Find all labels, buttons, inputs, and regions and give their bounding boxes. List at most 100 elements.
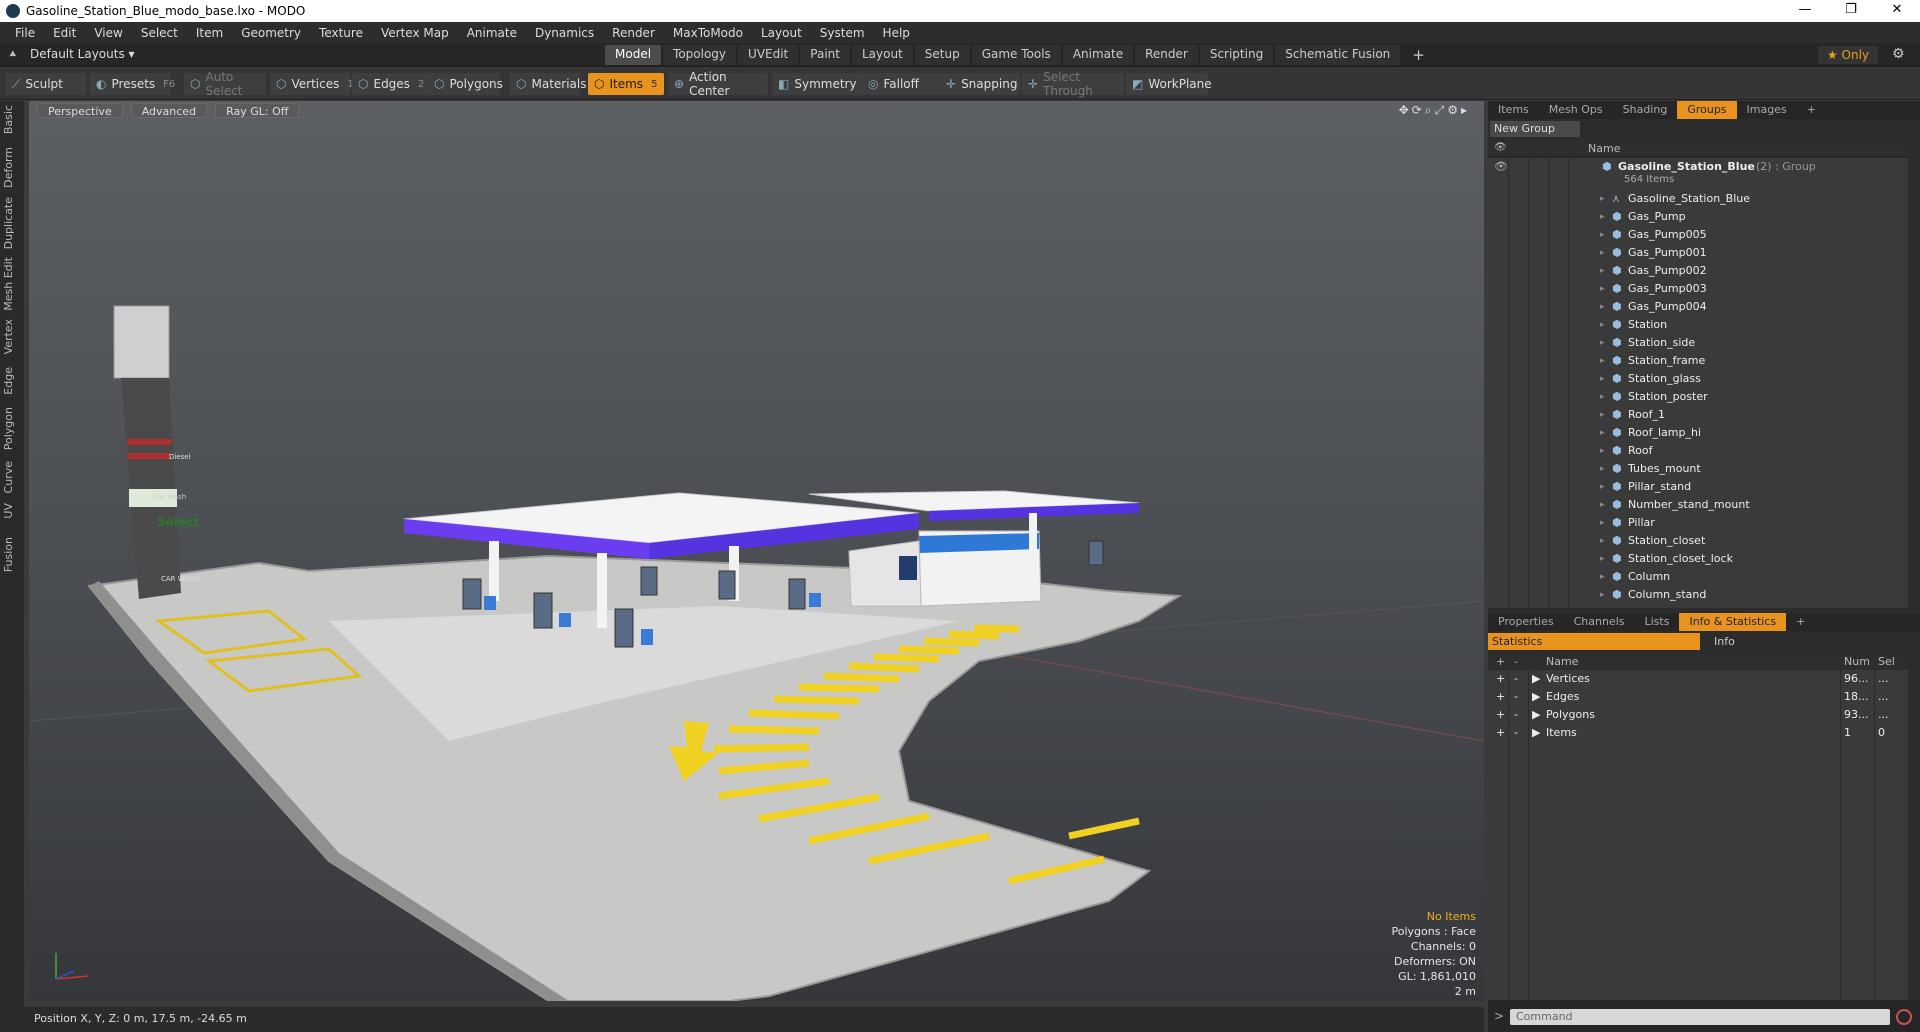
expand-arrow-icon[interactable]: ▸ bbox=[1600, 442, 1605, 460]
expand-arrow-icon[interactable]: ▶ bbox=[1532, 724, 1540, 742]
menu-view[interactable]: View bbox=[85, 26, 131, 40]
view-perspective-button[interactable]: Perspective bbox=[37, 103, 123, 118]
tree-item-row[interactable]: ▸ ⬢ Station_side bbox=[1488, 334, 1908, 352]
3d-viewport[interactable]: Diesel Car Wash Select CAR WASH Perspect… bbox=[29, 101, 1484, 1001]
tab-groups[interactable]: Groups bbox=[1677, 101, 1737, 119]
presets-button[interactable]: ◐ Presets F6 bbox=[90, 73, 175, 95]
menu-item[interactable]: Item bbox=[187, 26, 232, 40]
maximize-button[interactable]: ❐ bbox=[1828, 0, 1874, 22]
group-row[interactable]: 👁 ⬢ Gasoline_Station_Blue (2) : Group bbox=[1488, 158, 1908, 176]
strip-mesh-edit[interactable]: Mesh Edit bbox=[2, 257, 15, 311]
sculpt-button[interactable]: ⟋ Sculpt bbox=[6, 73, 86, 95]
tree-item-row[interactable]: ▸ ⬢ Gas_Pump001 bbox=[1488, 244, 1908, 262]
tree-item-row[interactable]: ▸ ⬢ Number_stand_mount bbox=[1488, 496, 1908, 514]
collapse-all-icon[interactable]: - bbox=[1514, 655, 1518, 668]
stat-row-polygons[interactable]: + - ▶ Polygons 93...... bbox=[1488, 706, 1908, 724]
tab-model[interactable]: Model bbox=[605, 45, 662, 65]
strip-curve[interactable]: Curve bbox=[2, 461, 15, 493]
expand-arrow-icon[interactable]: ▸ bbox=[1600, 226, 1605, 244]
tree-item-row[interactable]: ▸ ⬢ Column bbox=[1488, 568, 1908, 586]
visibility-eye-icon[interactable]: 👁 bbox=[1494, 158, 1508, 176]
rotate-view-icon[interactable]: ⟳ bbox=[1412, 103, 1425, 117]
move-view-icon[interactable]: ✥ bbox=[1399, 103, 1412, 117]
tab-setup[interactable]: Setup bbox=[914, 45, 970, 65]
strip-fusion[interactable]: Fusion bbox=[2, 537, 15, 572]
tree-item-row[interactable]: ▸ ⬢ Station_closet bbox=[1488, 532, 1908, 550]
menu-geometry[interactable]: Geometry bbox=[232, 26, 310, 40]
viewport-menu-icon[interactable]: ▸ bbox=[1461, 103, 1470, 117]
expand-arrow-icon[interactable]: ▸ bbox=[1600, 496, 1605, 514]
tree-item-row[interactable]: ▸ ⬢ Gas_Pump005 bbox=[1488, 226, 1908, 244]
falloff-button[interactable]: ◎ Falloff bbox=[862, 73, 944, 95]
stat-num-header[interactable]: Num bbox=[1844, 655, 1870, 668]
only-button[interactable]: ★ Only bbox=[1818, 46, 1878, 64]
strip-polygon[interactable]: Polygon bbox=[2, 407, 15, 450]
tab-scripting[interactable]: Scripting bbox=[1199, 45, 1274, 65]
tab-items[interactable]: Items bbox=[1488, 101, 1539, 119]
strip-edge[interactable]: Edge bbox=[2, 367, 15, 395]
raygl-toggle[interactable]: Ray GL: Off bbox=[215, 103, 300, 118]
tree-item-row[interactable]: ▸ ⬢ Pillar bbox=[1488, 514, 1908, 532]
expand-all-icon[interactable]: + bbox=[1496, 655, 1505, 668]
new-group-button[interactable]: New Group bbox=[1490, 121, 1580, 137]
expand-arrow-icon[interactable]: ▶ bbox=[1532, 706, 1540, 724]
tree-item-row[interactable]: ▸ ⋏ Gasoline_Station_Blue bbox=[1488, 190, 1908, 208]
symmetry-button[interactable]: ◧ Symmetry bbox=[772, 73, 862, 95]
expand-arrow-icon[interactable]: ▸ bbox=[1600, 460, 1605, 478]
close-button[interactable]: ✕ bbox=[1874, 0, 1920, 22]
record-macro-icon[interactable] bbox=[1896, 1009, 1912, 1025]
tab-layout[interactable]: Layout bbox=[851, 45, 913, 65]
add-properties-tab[interactable]: + bbox=[1786, 613, 1815, 631]
stat-row-items[interactable]: + - ▶ Items 1 0 bbox=[1488, 724, 1908, 742]
expand-arrow-icon[interactable]: ▸ bbox=[1600, 532, 1605, 550]
add-scene-tab[interactable]: + bbox=[1797, 101, 1826, 119]
expand-arrow-icon[interactable]: ▸ bbox=[1600, 190, 1605, 208]
menu-layout[interactable]: Layout bbox=[752, 26, 811, 40]
tab-game-tools[interactable]: Game Tools bbox=[971, 45, 1061, 65]
statistics-tab[interactable]: Statistics bbox=[1488, 633, 1700, 650]
items-button[interactable]: ⬡ Items 5 bbox=[588, 73, 664, 95]
stat-row-edges[interactable]: + - ▶ Edges 18...... bbox=[1488, 688, 1908, 706]
expand-arrow-icon[interactable]: ▸ bbox=[1600, 406, 1605, 424]
stat-sel-header[interactable]: Sel bbox=[1878, 655, 1895, 668]
expand-arrow-icon[interactable]: ▸ bbox=[1600, 208, 1605, 226]
tab-images[interactable]: Images bbox=[1737, 101, 1797, 119]
name-column-header[interactable]: Name bbox=[1588, 142, 1620, 155]
tab-properties[interactable]: Properties bbox=[1488, 613, 1564, 631]
tab-channels[interactable]: Channels bbox=[1564, 613, 1635, 631]
layout-selector[interactable]: Default Layouts ▾ bbox=[30, 47, 135, 61]
minimize-button[interactable]: — bbox=[1782, 0, 1828, 22]
viewport-settings-icon[interactable]: ⚙ bbox=[1447, 103, 1461, 117]
tree-item-row[interactable]: ▸ ⬢ Gas_Pump002 bbox=[1488, 262, 1908, 280]
gear-icon[interactable]: ⚙ bbox=[1892, 46, 1905, 62]
tab-paint[interactable]: Paint bbox=[800, 45, 850, 65]
strip-vertex[interactable]: Vertex bbox=[2, 319, 15, 354]
expand-arrow-icon[interactable]: ▸ bbox=[1600, 568, 1605, 586]
expand-arrow-icon[interactable]: ▸ bbox=[1600, 280, 1605, 298]
tree-item-row[interactable]: ▸ ⬢ Station_closet_lock bbox=[1488, 550, 1908, 568]
stat-row-vertices[interactable]: + - ▶ Vertices 96...... bbox=[1488, 670, 1908, 688]
materials-button[interactable]: ⬡ Materials bbox=[510, 73, 587, 95]
expand-arrow-icon[interactable]: ▸ bbox=[1600, 334, 1605, 352]
menu-vertex-map[interactable]: Vertex Map bbox=[372, 26, 458, 40]
polygons-button[interactable]: ⬡ Polygons bbox=[428, 73, 503, 95]
expand-arrow-icon[interactable]: ▸ bbox=[1600, 370, 1605, 388]
menu-select[interactable]: Select bbox=[132, 26, 187, 40]
tree-item-row[interactable]: ▸ ⬢ Roof_lamp_hi bbox=[1488, 424, 1908, 442]
tab-render[interactable]: Render bbox=[1135, 45, 1198, 65]
expand-arrow-icon[interactable]: ▶ bbox=[1532, 688, 1540, 706]
tab-lists[interactable]: Lists bbox=[1635, 613, 1680, 631]
expand-arrow-icon[interactable]: ▸ bbox=[1600, 586, 1605, 604]
tab-mesh-ops[interactable]: Mesh Ops bbox=[1539, 101, 1613, 119]
strip-duplicate[interactable]: Duplicate bbox=[2, 197, 15, 249]
select-through-button[interactable]: ✛ Select Through bbox=[1022, 70, 1124, 98]
tab-info-statistics[interactable]: Info & Statistics bbox=[1679, 613, 1787, 631]
expand-arrow-icon[interactable]: ▸ bbox=[1600, 298, 1605, 316]
strip-uv[interactable]: UV bbox=[2, 503, 15, 519]
expand-arrow-icon[interactable]: ▸ bbox=[1600, 352, 1605, 370]
workplane-button[interactable]: ◩ WorkPlane bbox=[1126, 73, 1212, 95]
tab-topology[interactable]: Topology bbox=[663, 45, 737, 65]
menu-dynamics[interactable]: Dynamics bbox=[526, 26, 603, 40]
tree-item-row[interactable]: ▸ ⬢ Station bbox=[1488, 316, 1908, 334]
auto-select-button[interactable]: ⬡ Auto Select bbox=[184, 70, 266, 98]
